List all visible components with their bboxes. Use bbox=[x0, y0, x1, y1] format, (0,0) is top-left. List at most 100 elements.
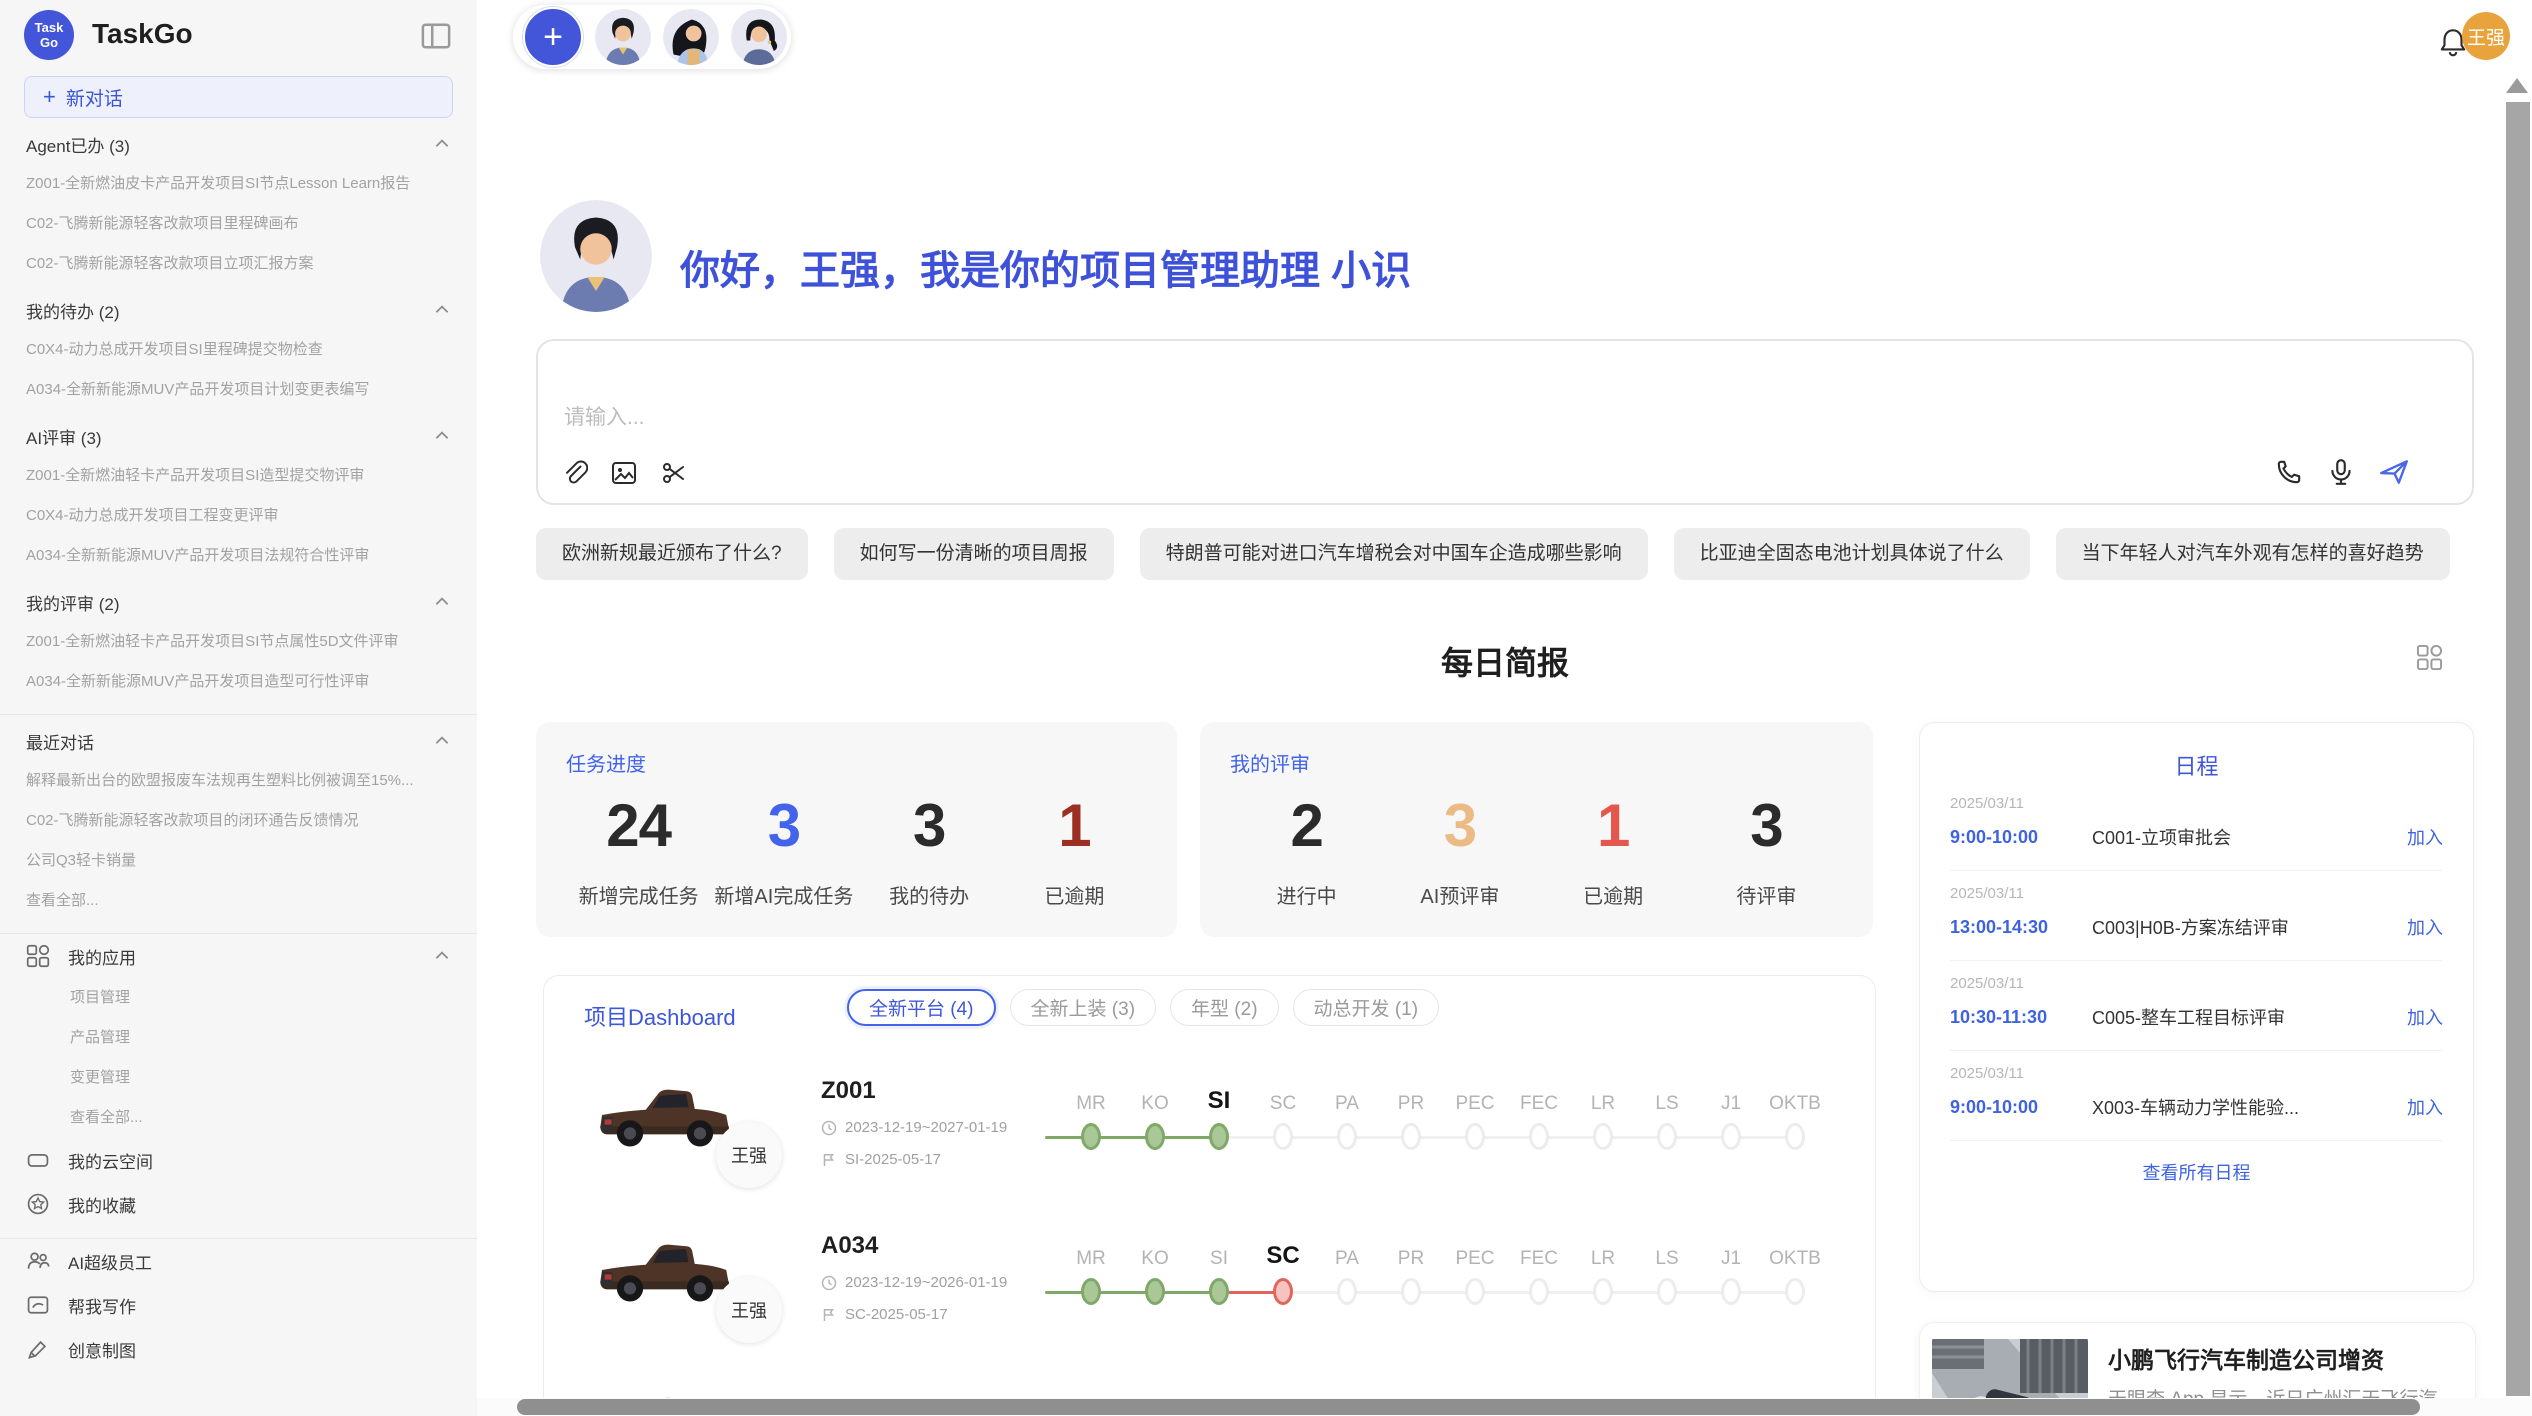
new-chat-button[interactable]: + 新对话 bbox=[24, 76, 453, 118]
milestone-dot bbox=[1529, 1123, 1549, 1150]
dashboard-tab[interactable]: 动总开发 (1) bbox=[1293, 989, 1440, 1026]
microphone-icon[interactable] bbox=[2326, 457, 2356, 487]
stat-item: 1 已逾期 bbox=[1002, 791, 1147, 909]
sidebar-item[interactable]: C02-飞腾新能源轻客改款项目的闭环通告反馈情况 bbox=[0, 801, 477, 841]
sidebar-item[interactable]: 公司Q3轻卡销量 bbox=[0, 841, 477, 881]
milestone-label: MR bbox=[1059, 1093, 1123, 1115]
milestone-label: PA bbox=[1315, 1248, 1379, 1270]
milestone-dot bbox=[1593, 1123, 1613, 1150]
voice-call-icon[interactable] bbox=[2274, 457, 2304, 487]
sidebar-group: 我的待办 (2) C0X4-动力总成开发项目SI里程碑提交物检查A034-全新新… bbox=[0, 290, 477, 410]
chat-input-card[interactable]: 请输入... bbox=[536, 339, 2474, 505]
sidebar-item-creative-drawing[interactable]: 创意制图 bbox=[0, 1327, 477, 1371]
truck-image bbox=[595, 1231, 735, 1323]
sidebar-group-header[interactable]: AI评审 (3) bbox=[0, 416, 477, 456]
event-join-link[interactable]: 加入 bbox=[2407, 1004, 2443, 1030]
project-row[interactable]: 王强 Z001 2023-12-19~2027-01-19 SI-2025-05… bbox=[544, 1071, 1874, 1226]
sidebar-app-project-mgmt[interactable]: 项目管理 bbox=[0, 978, 477, 1018]
collapse-sidebar-icon[interactable] bbox=[421, 22, 451, 50]
event-title: C001-立项审批会 bbox=[2092, 824, 2407, 850]
dashboard-tab[interactable]: 全新上装 (3) bbox=[1010, 989, 1157, 1026]
favorites-label: 我的收藏 bbox=[68, 1192, 136, 1217]
milestone-dot bbox=[1401, 1123, 1421, 1150]
milestone-dot bbox=[1145, 1123, 1165, 1150]
agent-avatar-2[interactable] bbox=[663, 9, 719, 65]
event-time: 9:00-10:00 bbox=[1950, 827, 2092, 848]
vertical-scrollbar-up-arrow[interactable] bbox=[2506, 78, 2528, 93]
suggestion-chip[interactable]: 当下年轻人对汽车外观有怎样的喜好趋势 bbox=[2056, 528, 2450, 580]
event-join-link[interactable]: 加入 bbox=[2407, 1094, 2443, 1120]
sidebar-item[interactable]: C0X4-动力总成开发项目工程变更评审 bbox=[0, 496, 477, 536]
suggestion-chip[interactable]: 特朗普可能对进口汽车增税会对中国车企造成哪些影响 bbox=[1140, 528, 1648, 580]
milestone-label: PR bbox=[1379, 1248, 1443, 1270]
my-reviews-stats: 2 进行中 3 AI预评审 1 已逾期 3 待评审 bbox=[1230, 791, 1843, 909]
suggestion-chip[interactable]: 如何写一份清晰的项目周报 bbox=[834, 528, 1114, 580]
vertical-scrollbar-thumb[interactable] bbox=[2506, 102, 2530, 1396]
milestone-label: LR bbox=[1571, 1248, 1635, 1270]
horizontal-scrollbar-thumb[interactable] bbox=[517, 1399, 2420, 1415]
sidebar-item[interactable]: Z001-全新燃油轻卡产品开发项目SI造型提交物评审 bbox=[0, 456, 477, 496]
sidebar-app-view-all[interactable]: 查看全部... bbox=[0, 1098, 477, 1138]
suggestion-chip[interactable]: 比亚迪全固态电池计划具体说了什么 bbox=[1674, 528, 2030, 580]
stat-item: 3 我的待办 bbox=[857, 791, 1002, 909]
briefing-layout-icon[interactable] bbox=[2416, 644, 2443, 671]
event-join-link[interactable]: 加入 bbox=[2407, 824, 2443, 850]
milestone-dot bbox=[1209, 1278, 1229, 1305]
add-agent-button[interactable]: + bbox=[523, 7, 583, 67]
milestone-label: OKTB bbox=[1763, 1093, 1827, 1115]
schedule-title: 日程 bbox=[1920, 749, 2473, 781]
chat-input-placeholder: 请输入... bbox=[564, 401, 645, 431]
sidebar-item-ai-super-staff[interactable]: AI超级员工 bbox=[0, 1239, 477, 1283]
dashboard-tab[interactable]: 年型 (2) bbox=[1170, 989, 1279, 1026]
project-row[interactable]: 王强 A034 2023-12-19~2026-01-19 SC-2025-05… bbox=[544, 1226, 1874, 1381]
chevron-up-icon bbox=[433, 947, 451, 965]
send-icon[interactable] bbox=[2378, 457, 2410, 487]
milestone-dot bbox=[1081, 1123, 1101, 1150]
event-date: 2025/03/11 bbox=[1950, 795, 2443, 812]
apps-grid-icon bbox=[26, 944, 50, 968]
sidebar-item[interactable]: C02-飞腾新能源轻客改款项目里程碑画布 bbox=[0, 204, 477, 244]
event-join-link[interactable]: 加入 bbox=[2407, 914, 2443, 940]
sidebar-item[interactable]: Z001-全新燃油皮卡产品开发项目SI节点Lesson Learn报告 bbox=[0, 164, 477, 204]
stat-value: 3 bbox=[1383, 791, 1536, 860]
sidebar-app-product-mgmt[interactable]: 产品管理 bbox=[0, 1018, 477, 1058]
sidebar-item[interactable]: A034-全新新能源MUV产品开发项目计划变更表编写 bbox=[0, 370, 477, 410]
sidebar-item[interactable]: A034-全新新能源MUV产品开发项目法规符合性评审 bbox=[0, 536, 477, 576]
sidebar-item[interactable]: A034-全新新能源MUV产品开发项目造型可行性评审 bbox=[0, 662, 477, 702]
sidebar-item-help-me-write[interactable]: 帮我写作 bbox=[0, 1283, 477, 1327]
new-chat-label: 新对话 bbox=[66, 84, 123, 111]
user-avatar[interactable]: 王强 bbox=[2462, 12, 2510, 60]
attach-image-icon[interactable] bbox=[610, 459, 638, 487]
sidebar-item[interactable]: Z001-全新燃油轻卡产品开发项目SI节点属性5D文件评审 bbox=[0, 622, 477, 662]
sidebar-item[interactable]: 解释最新出台的欧盟报废车法规再生塑料比例被调至15%... bbox=[0, 761, 477, 801]
milestone-dot bbox=[1657, 1123, 1677, 1150]
suggestion-chip[interactable]: 欧洲新规最近颁布了什么? bbox=[536, 528, 808, 580]
sidebar-group-label: 我的待办 (2) bbox=[26, 298, 120, 323]
project-dates: 2023-12-19~2027-01-19 bbox=[845, 1119, 1007, 1136]
sidebar-item-favorites[interactable]: 我的收藏 bbox=[0, 1182, 477, 1226]
sidebar-item[interactable]: 查看全部... bbox=[0, 881, 477, 921]
sidebar-item-my-apps[interactable]: 我的应用 bbox=[0, 934, 477, 978]
event-time: 10:30-11:30 bbox=[1950, 1007, 2092, 1028]
stat-item: 3 待评审 bbox=[1690, 791, 1843, 909]
attach-file-icon[interactable] bbox=[560, 459, 588, 487]
agent-avatar-3[interactable] bbox=[731, 9, 787, 65]
sidebar-item-cloud-space[interactable]: 我的云空间 bbox=[0, 1138, 477, 1182]
sidebar-group: AI评审 (3) Z001-全新燃油轻卡产品开发项目SI造型提交物评审C0X4-… bbox=[0, 416, 477, 576]
project-dashboard-title: 项目Dashboard bbox=[584, 1000, 736, 1032]
sidebar-app-change-mgmt[interactable]: 变更管理 bbox=[0, 1058, 477, 1098]
sidebar-group-header[interactable]: 我的评审 (2) bbox=[0, 582, 477, 622]
agent-avatar-1[interactable] bbox=[595, 9, 651, 65]
view-all-schedule-link[interactable]: 查看所有日程 bbox=[1920, 1159, 2473, 1185]
sidebar-group-header[interactable]: Agent已办 (3) bbox=[0, 124, 477, 164]
stat-value: 3 bbox=[1690, 791, 1843, 860]
chevron-up-icon bbox=[433, 135, 451, 153]
dashboard-tab[interactable]: 全新平台 (4) bbox=[847, 989, 996, 1026]
sidebar-item[interactable]: C0X4-动力总成开发项目SI里程碑提交物检查 bbox=[0, 330, 477, 370]
sidebar-group-header[interactable]: 我的待办 (2) bbox=[0, 290, 477, 330]
owner-badge: 王强 bbox=[716, 1277, 782, 1343]
sidebar-group-header[interactable]: 最近对话 bbox=[0, 721, 477, 761]
screenshot-scissors-icon[interactable] bbox=[660, 459, 688, 487]
sidebar-item[interactable]: C02-飞腾新能源轻客改款项目立项汇报方案 bbox=[0, 244, 477, 284]
help-me-write-label: 帮我写作 bbox=[68, 1293, 136, 1318]
